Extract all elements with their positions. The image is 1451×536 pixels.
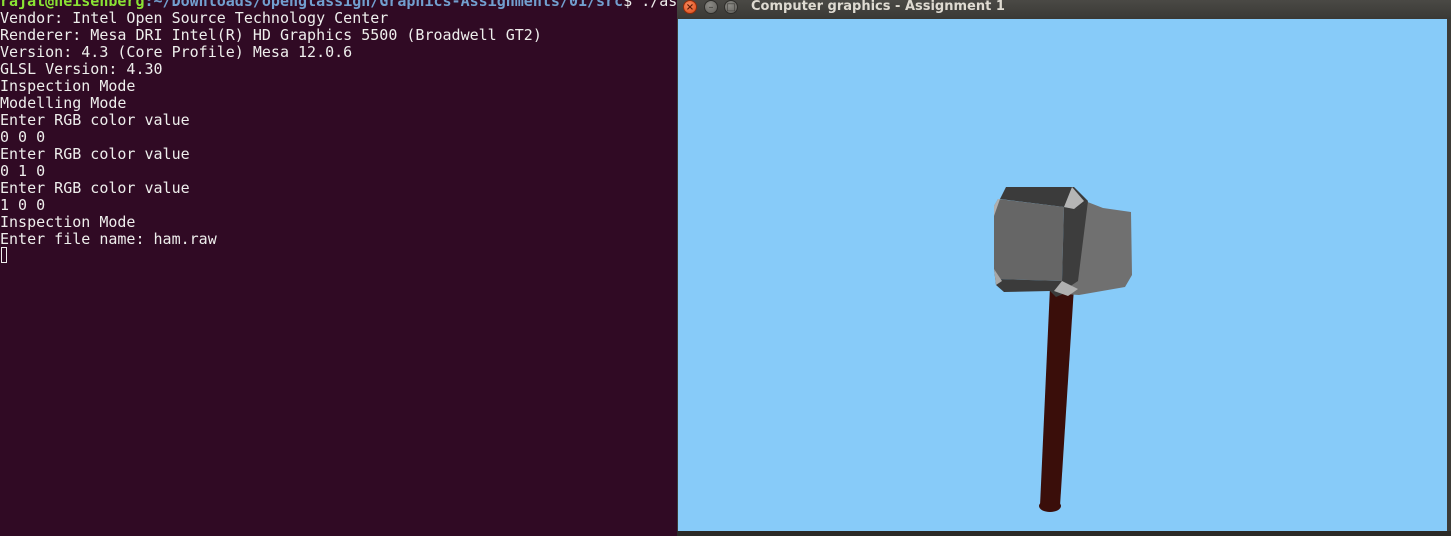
hammer-head-front-face xyxy=(994,199,1064,281)
maximize-button[interactable]: □ xyxy=(724,0,738,14)
gl-window[interactable]: × – □ Computer graphics - Assignment 1 xyxy=(677,0,1451,536)
gl-viewport[interactable] xyxy=(678,19,1447,531)
terminal-output-line: Enter RGB color value xyxy=(0,145,190,163)
terminal-output-line: Enter RGB color value xyxy=(0,179,190,197)
terminal-output-line: 0 1 0 xyxy=(0,162,46,180)
hammer-handle xyxy=(1040,287,1074,506)
terminal-output-line: Inspection Mode xyxy=(0,213,136,231)
close-button[interactable]: × xyxy=(683,0,697,14)
terminal-output-line: Version: 4.3 (Core Profile) Mesa 12.0.6 xyxy=(0,43,353,61)
terminal-output-line: GLSL Version: 4.30 xyxy=(0,60,163,78)
terminal-output-line: 0 0 0 xyxy=(0,128,46,146)
terminal-output-line: Modelling Mode xyxy=(0,94,127,112)
terminal-output-line: Vendor: Intel Open Source Technology Cen… xyxy=(0,9,389,27)
hammer-handle-end xyxy=(1039,500,1061,512)
prompt-symbol: $ xyxy=(623,0,633,10)
terminal-output-line: Inspection Mode xyxy=(0,77,136,95)
terminal-cursor xyxy=(1,247,7,263)
minimize-button[interactable]: – xyxy=(704,0,718,14)
window-title: Computer graphics - Assignment 1 xyxy=(751,0,1005,14)
terminal-output-line: 1 0 0 xyxy=(0,196,46,214)
desktop: rajat@heisenberg:~/Downloads/openglassig… xyxy=(0,0,1451,536)
terminal-output-line: Enter RGB color value xyxy=(0,111,190,129)
window-bottom-border xyxy=(677,531,1451,536)
title-bar[interactable]: × – □ Computer graphics - Assignment 1 xyxy=(677,0,1451,19)
terminal-window[interactable]: rajat@heisenberg:~/Downloads/openglassig… xyxy=(0,0,690,536)
terminal-output-line: Renderer: Mesa DRI Intel(R) HD Graphics … xyxy=(0,26,542,44)
terminal-output-line: Enter file name: ham.raw xyxy=(0,230,217,248)
hammer-render xyxy=(994,187,1132,512)
